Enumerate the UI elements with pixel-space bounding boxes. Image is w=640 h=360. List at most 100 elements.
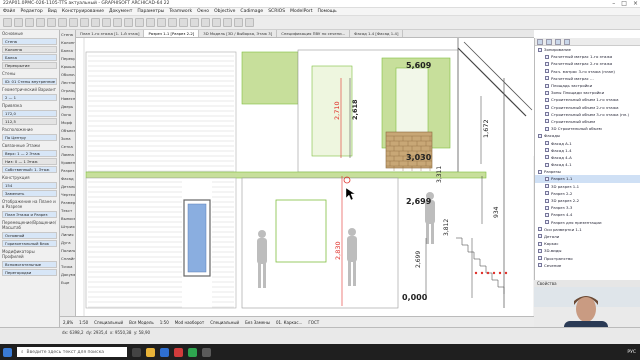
publisher-icon[interactable] xyxy=(564,39,570,45)
pointer-icon[interactable] xyxy=(102,18,111,27)
palette-field[interactable]: Собственный: 1. Этаж xyxy=(2,166,57,173)
explorer-icon[interactable] xyxy=(146,347,155,357)
view-tab[interactable]: Спецификация ПВУ по сечени... xyxy=(277,30,351,37)
maximize-icon[interactable]: □ xyxy=(621,0,627,7)
tool-item[interactable]: Лампа xyxy=(60,152,75,160)
start-icon[interactable] xyxy=(3,347,12,357)
menu-item[interactable]: Вид xyxy=(48,9,57,14)
palette-field[interactable]: Горизонтальный блок xyxy=(2,240,57,247)
tool-item[interactable]: Уровень xyxy=(60,160,75,168)
print-icon[interactable] xyxy=(36,18,45,27)
tree-item[interactable]: Разрез 4-4 xyxy=(535,211,640,218)
tool-item[interactable]: Ограждение xyxy=(60,88,75,96)
cut-icon[interactable] xyxy=(69,18,78,27)
status-field[interactable]: 1:50 xyxy=(79,320,88,325)
tree-item[interactable]: Детали xyxy=(535,233,640,240)
palette-field[interactable]: Балка xyxy=(2,54,57,61)
palette-field[interactable]: Перегородки xyxy=(2,269,57,276)
menu-item[interactable]: Objective xyxy=(214,9,235,14)
status-field[interactable]: Без Замены xyxy=(245,320,270,325)
tool-item[interactable]: Точка xyxy=(60,264,75,272)
minimize-icon[interactable]: – xyxy=(612,0,615,7)
menu-item[interactable]: Teamwork xyxy=(169,9,192,14)
settings-icon[interactable] xyxy=(234,18,243,27)
tool-item[interactable]: Документ xyxy=(60,272,75,280)
tree-item[interactable]: Строительный объем 1-го этажа xyxy=(535,96,640,103)
menu-item[interactable]: Документ xyxy=(109,9,132,14)
copy-icon[interactable] xyxy=(80,18,89,27)
tool-item[interactable]: Текст xyxy=(60,208,75,216)
menu-item[interactable]: Cadimage xyxy=(240,9,263,14)
tree-item[interactable]: 3D разрез 2-2 xyxy=(535,197,640,204)
tool-item[interactable]: Размер xyxy=(60,200,75,208)
open-icon[interactable] xyxy=(14,18,23,27)
tool-item[interactable]: Разрез xyxy=(60,168,75,176)
palette-field[interactable]: 112,5 xyxy=(2,118,57,125)
palette-field[interactable]: ID: 01 Стены внутренние xyxy=(2,78,57,85)
status-field[interactable]: 01. Каркас... xyxy=(276,320,302,325)
palette-field[interactable]: План Этажа и Разрез xyxy=(2,211,57,218)
tree-item[interactable]: 3D-виды xyxy=(535,247,640,254)
taskbar-search[interactable]: ⌕ Введите здесь текст для поиска xyxy=(17,347,127,357)
redo-icon[interactable] xyxy=(58,18,67,27)
tree-item[interactable]: Разрез 2-2 xyxy=(535,190,640,197)
tree-item[interactable]: Фасад 4-А xyxy=(535,154,640,161)
tree-item[interactable]: Фасад 1-4 xyxy=(535,147,640,154)
status-field[interactable]: Mod наоборот xyxy=(175,320,204,325)
menu-item[interactable]: SCRIOS xyxy=(268,9,285,14)
status-field[interactable]: 1:50 xyxy=(160,320,169,325)
tool-item[interactable]: Еще xyxy=(60,280,75,288)
tool-item[interactable]: Полилиния xyxy=(60,248,75,256)
tree-item[interactable]: Разрез для презентации xyxy=(535,219,640,226)
layout-book-icon[interactable] xyxy=(555,39,561,45)
tool-item[interactable]: Линия xyxy=(60,232,75,240)
tool-item[interactable]: Дверь xyxy=(60,104,75,112)
palette-field[interactable]: Перекрытие xyxy=(2,62,57,69)
view-tab[interactable]: 3D Модель [3D / Выборка, Этаж 3] xyxy=(199,30,278,37)
tool-item[interactable]: Балка xyxy=(60,48,75,56)
tool-item[interactable]: Лестница xyxy=(60,80,75,88)
tool-item[interactable]: Морф xyxy=(60,120,75,128)
menu-item[interactable]: Файл xyxy=(3,9,15,14)
save-icon[interactable] xyxy=(25,18,34,27)
tool-item[interactable]: Выноска xyxy=(60,216,75,224)
zoom-in-icon[interactable] xyxy=(124,18,133,27)
new-icon[interactable] xyxy=(3,18,12,27)
tool-item[interactable]: Стена xyxy=(60,32,75,40)
tool-item[interactable]: Зона xyxy=(60,136,75,144)
menu-item[interactable]: Помощь xyxy=(318,9,337,14)
section-drawing[interactable]: 5,609 2,710 2,618 1,672 3,030 2,699 3,81… xyxy=(76,38,534,316)
tree-item[interactable]: Строительный объем 2-го этажа xyxy=(535,104,640,111)
palette-field[interactable]: Стена xyxy=(2,38,57,45)
tree-item[interactable]: Фасад А-1 xyxy=(535,139,640,146)
tree-item[interactable]: Разрез 3-3 xyxy=(535,204,640,211)
tree-item[interactable]: Расчетный матрас 1-го этажа xyxy=(535,53,640,60)
palette-field[interactable]: Колонна xyxy=(2,46,57,53)
tool-item[interactable]: Сетка xyxy=(60,144,75,152)
status-field[interactable]: Вся Модель xyxy=(129,320,154,325)
status-field[interactable]: ГОСТ xyxy=(308,320,319,325)
tree-item[interactable]: Зоны Площади застройки xyxy=(535,89,640,96)
tree-item[interactable]: Расч. матрас 3-го этажа (план) xyxy=(535,68,640,75)
menu-item[interactable]: Параметры xyxy=(137,9,164,14)
tree-item[interactable]: Пространство xyxy=(535,254,640,261)
palette-field[interactable]: Верх: 1 — 2 Этаж xyxy=(2,150,57,157)
tool-item[interactable]: Фасад xyxy=(60,176,75,184)
project-map-icon[interactable] xyxy=(537,39,543,45)
marquee-icon[interactable] xyxy=(113,18,122,27)
status-field[interactable]: 2,8% xyxy=(63,320,73,325)
tool-item[interactable]: Окно xyxy=(60,112,75,120)
palette-field[interactable]: По Центру xyxy=(2,134,57,141)
fit-icon[interactable] xyxy=(157,18,166,27)
tool-item[interactable]: Перекрытие xyxy=(60,56,75,64)
menu-item[interactable]: Окно xyxy=(197,9,209,14)
menu-item[interactable]: Редактор xyxy=(20,9,42,14)
tool-item[interactable]: Сплайн xyxy=(60,256,75,264)
app-icon-red[interactable] xyxy=(174,347,183,357)
view-tab[interactable]: Фасад 1-4 [Фасад 1-4] xyxy=(350,30,404,37)
palette-field[interactable]: Основной xyxy=(2,232,57,239)
zoom-out-icon[interactable] xyxy=(135,18,144,27)
status-field[interactable]: Специальный xyxy=(94,320,123,325)
grid-icon[interactable] xyxy=(201,18,210,27)
undo-icon[interactable] xyxy=(47,18,56,27)
